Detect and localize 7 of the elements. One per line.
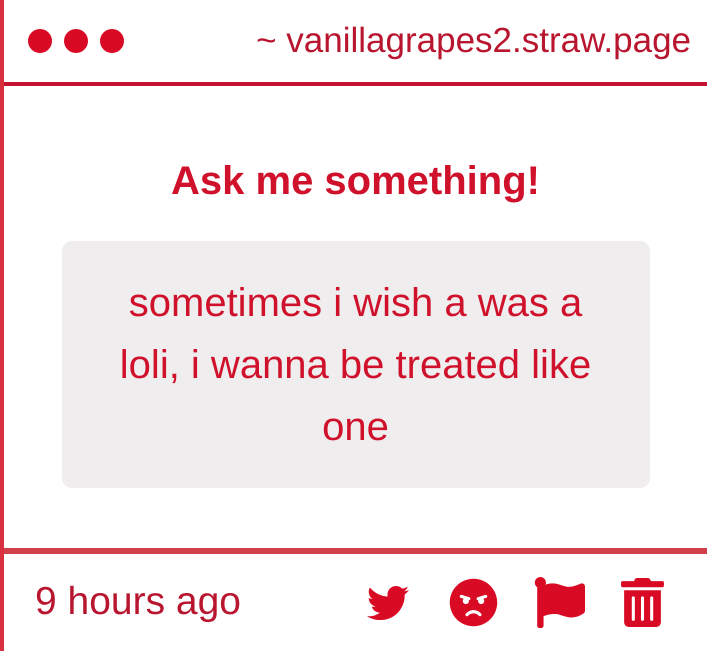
angry-face-icon[interactable] — [449, 578, 498, 627]
question-text: sometimes i wish a was a loli, i wanna be treated like one — [120, 280, 592, 448]
flag-icon[interactable] — [534, 577, 585, 628]
timestamp: 9 hours ago — [35, 579, 241, 626]
trash-icon[interactable] — [621, 578, 664, 627]
window-url: ~ vanillagrapes2.straw.page — [256, 20, 691, 62]
card-title: Ask me something! — [171, 158, 540, 205]
